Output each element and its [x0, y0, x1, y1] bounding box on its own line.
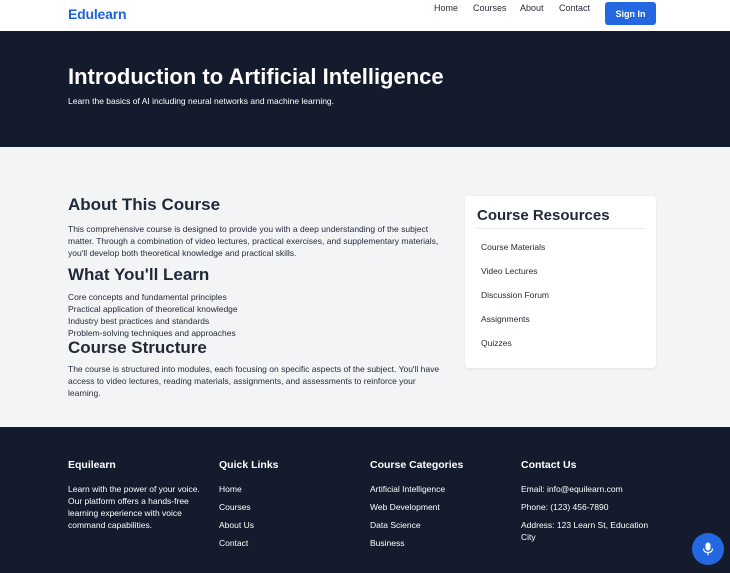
site-footer: Equilearn Learn with the power of your v…: [0, 427, 730, 573]
list-item: Core concepts and fundamental principles: [68, 292, 227, 302]
category-data-science[interactable]: Data Science: [370, 520, 421, 530]
microphone-icon: [702, 542, 714, 556]
categories-heading: Course Categories: [370, 459, 464, 471]
footer-brand-text: Learn with the power of your voice. Our …: [68, 484, 200, 530]
contact-address: Address: 123 Learn St, Education City: [521, 520, 649, 542]
nav-home[interactable]: Home: [434, 3, 458, 13]
nav-courses[interactable]: Courses: [473, 3, 507, 13]
resources-heading: Course Resources: [477, 207, 610, 224]
course-title: Introduction to Artificial Intelligence: [68, 64, 444, 89]
course-subtitle: Learn the basics of AI including neural …: [68, 96, 335, 106]
resource-discussion-forum[interactable]: Discussion Forum: [481, 290, 549, 300]
footer-brand-heading: Equilearn: [68, 459, 116, 471]
about-heading: About This Course: [68, 195, 221, 214]
divider: [477, 228, 644, 229]
quick-links-heading: Quick Links: [219, 459, 279, 471]
structure-heading: Course Structure: [68, 338, 207, 357]
learn-heading: What You'll Learn: [68, 265, 210, 284]
list-item: Practical application of theoretical kno…: [68, 304, 238, 314]
nav-about[interactable]: About: [520, 3, 544, 13]
voice-command-button[interactable]: [692, 533, 724, 565]
resource-course-materials[interactable]: Course Materials: [481, 242, 545, 252]
nav-contact[interactable]: Contact: [559, 3, 590, 13]
structure-text: The course is structured into modules, e…: [68, 364, 440, 398]
resource-assignments[interactable]: Assignments: [481, 314, 530, 324]
list-item: Industry best practices and standards: [68, 316, 210, 326]
site-logo[interactable]: Edulearn: [68, 6, 127, 22]
contact-phone: Phone: (123) 456-7890: [521, 502, 609, 512]
resource-video-lectures[interactable]: Video Lectures: [481, 266, 538, 276]
footer-link-contact[interactable]: Contact: [219, 538, 248, 548]
resource-quizzes[interactable]: Quizzes: [481, 338, 512, 348]
course-content: About This Course This comprehensive cou…: [0, 147, 730, 427]
contact-email: Email: info@equilearn.com: [521, 484, 623, 494]
footer-link-home[interactable]: Home: [219, 484, 242, 494]
hero-banner: Introduction to Artificial Intelligence …: [0, 31, 730, 147]
sign-in-button[interactable]: Sign In: [605, 2, 656, 25]
resources-card: Course Resources Course Materials Video …: [465, 196, 656, 368]
category-business[interactable]: Business: [370, 538, 405, 548]
learn-list: Core concepts and fundamental principles…: [68, 291, 238, 339]
category-web-development[interactable]: Web Development: [370, 502, 440, 512]
footer-link-about-us[interactable]: About Us: [219, 520, 254, 530]
contact-heading: Contact Us: [521, 459, 577, 471]
footer-link-courses[interactable]: Courses: [219, 502, 251, 512]
top-navbar: Edulearn Home Courses About Contact Sign…: [0, 0, 730, 31]
about-text: This comprehensive course is designed to…: [68, 224, 439, 258]
category-artificial-intelligence[interactable]: Artificial Intelligence: [370, 484, 445, 494]
